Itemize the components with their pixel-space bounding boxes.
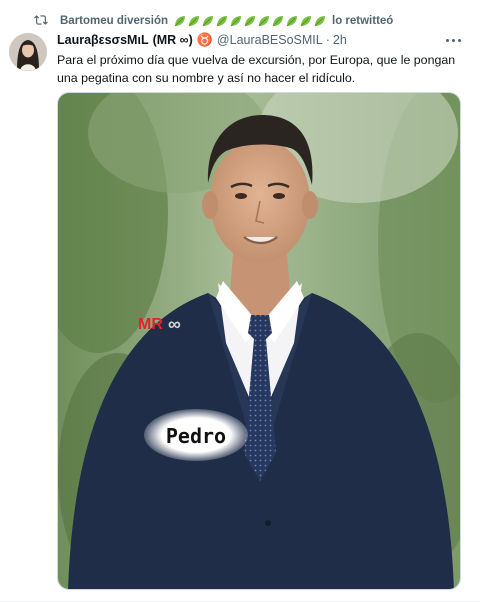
watermark-infinity: ∞ [168, 314, 181, 334]
leaf-icon [314, 16, 325, 27]
leaf-icon [300, 16, 311, 27]
leaf-icon [244, 16, 255, 27]
user-handle[interactable]: @LauraBESoSMIL [217, 33, 323, 47]
leaf-emojis [174, 15, 328, 27]
leaf-icon [188, 16, 199, 27]
separator-dot: · [325, 33, 330, 47]
leaf-icon [272, 16, 283, 27]
tweet-header: LauraβεsσsMιL (MR ∞) ♉ @LauraBESoSMIL · … [57, 32, 347, 48]
leaf-icon [202, 16, 213, 27]
watermark-mr: MR [138, 316, 163, 333]
action-bar-edge [57, 596, 461, 602]
leaf-icon [286, 16, 297, 27]
tweet-timestamp[interactable]: 2h [333, 33, 347, 47]
tweet-card[interactable]: Bartomeu diversión lo retwitteó Lauraβεs… [0, 0, 480, 602]
sticker-label: Pedro [166, 424, 226, 448]
leaf-icon [174, 16, 185, 27]
display-name[interactable]: LauraβεsσsMιL [57, 33, 149, 47]
leaf-icon [258, 16, 269, 27]
avatar-image [9, 33, 47, 71]
tweet-media-image[interactable]: MR ∞ Pedro [57, 92, 461, 590]
leaf-icon [230, 16, 241, 27]
avatar[interactable] [9, 33, 47, 71]
photo-man-in-suit: MR ∞ Pedro [58, 93, 460, 589]
retweeter-name[interactable]: Bartomeu diversión [60, 15, 168, 27]
leaf-icon [216, 16, 227, 27]
retweet-context: Bartomeu diversión lo retwitteó [36, 13, 393, 29]
tweet-text: Para el próximo día que vuelva de excurs… [57, 53, 456, 85]
taurus-icon: ♉ [196, 32, 213, 47]
name-tag: (MR ∞) [152, 33, 193, 47]
retweet-suffix: lo retwitteó [332, 15, 394, 27]
more-dots-icon[interactable] [444, 32, 462, 48]
